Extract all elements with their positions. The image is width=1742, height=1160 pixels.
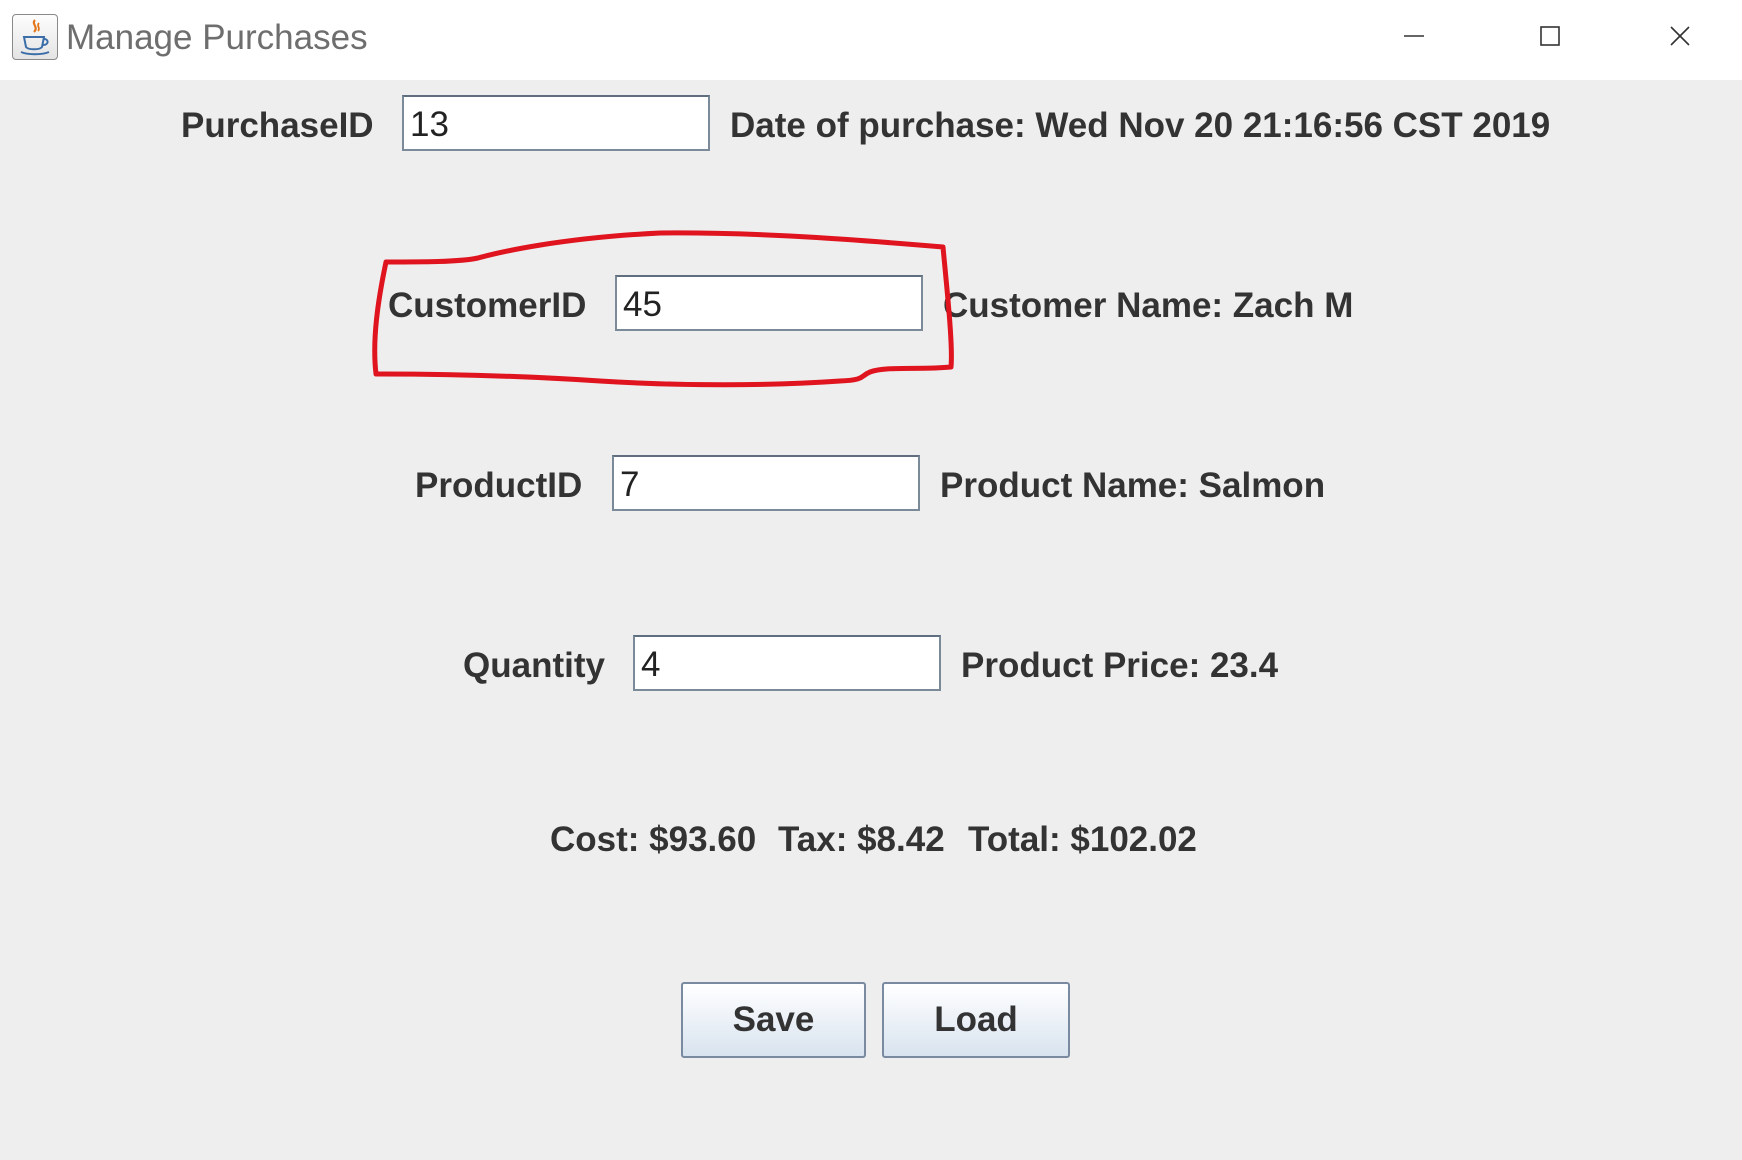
customer-id-input[interactable]: [615, 275, 923, 331]
window-title: Manage Purchases: [66, 18, 368, 57]
cost-text: Cost: $93.60: [550, 820, 757, 859]
total-text: Total: $102.02: [968, 820, 1197, 859]
product-name-text: Product Name: Salmon: [940, 466, 1326, 505]
close-button[interactable]: [1618, 0, 1742, 72]
customer-name-text: Customer Name: Zach M: [943, 286, 1354, 325]
minimize-icon: [1404, 35, 1424, 37]
title-bar[interactable]: Manage Purchases: [0, 0, 1742, 80]
product-price-text: Product Price: 23.4: [961, 646, 1279, 685]
java-coffee-icon: [12, 14, 58, 60]
load-button[interactable]: Load: [882, 982, 1070, 1058]
quantity-input[interactable]: [633, 635, 941, 691]
quantity-label: Quantity: [463, 646, 605, 685]
product-id-label: ProductID: [415, 466, 583, 505]
close-icon: [1670, 26, 1690, 46]
tax-text: Tax: $8.42: [778, 820, 945, 859]
purchase-id-label: PurchaseID: [181, 106, 374, 145]
manage-purchases-window: Manage Purchases PurchaseID Date of purc…: [0, 0, 1742, 1160]
save-button[interactable]: Save: [681, 982, 866, 1058]
maximize-icon: [1540, 26, 1560, 46]
product-id-input[interactable]: [612, 455, 920, 511]
purchase-id-input[interactable]: [402, 95, 710, 151]
red-annotation-outline: [372, 230, 954, 388]
date-of-purchase-text: Date of purchase: Wed Nov 20 21:16:56 CS…: [730, 106, 1551, 145]
maximize-button[interactable]: [1482, 0, 1618, 72]
customer-id-label: CustomerID: [388, 286, 587, 325]
minimize-button[interactable]: [1346, 0, 1482, 72]
